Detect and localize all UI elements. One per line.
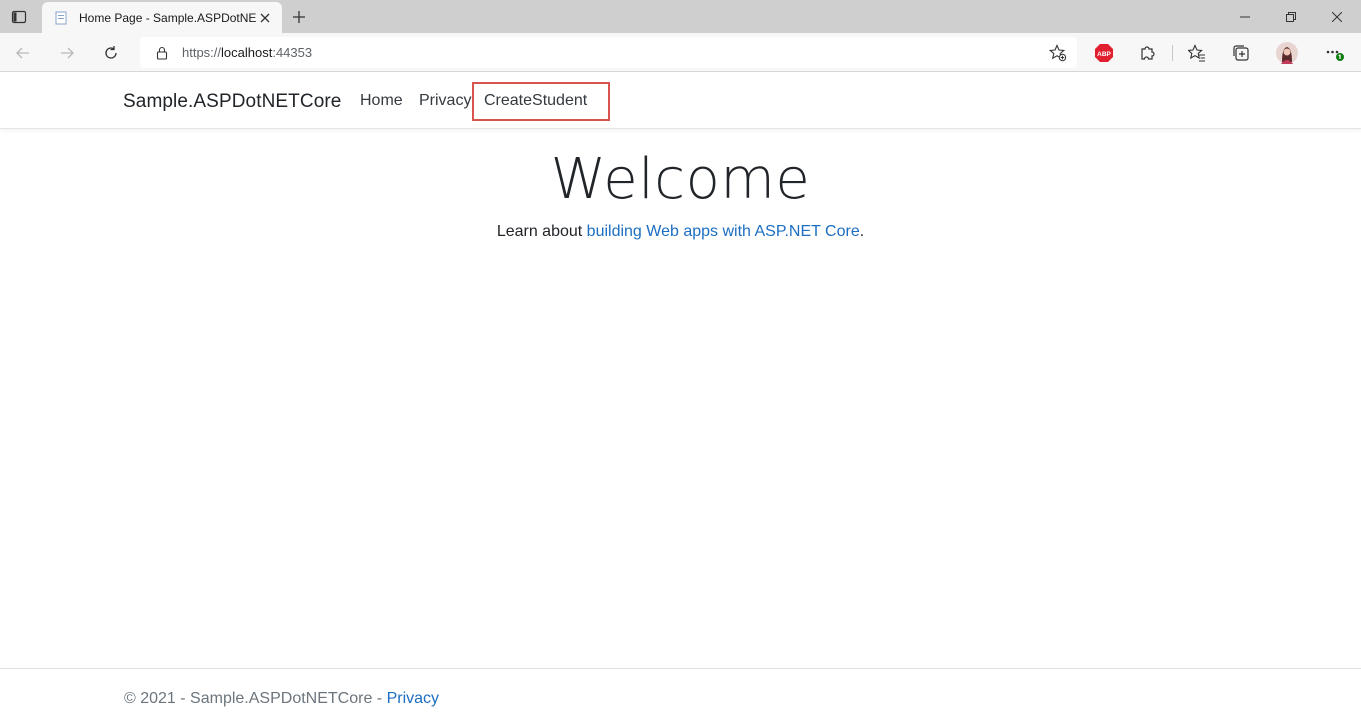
forward-button[interactable] <box>52 38 82 68</box>
avatar <box>1276 42 1298 64</box>
footer-copyright: © 2021 - Sample.ASPDotNETCore - <box>124 690 387 707</box>
nav-home-link[interactable]: Home <box>360 92 403 110</box>
favorites-icon <box>1188 44 1205 62</box>
page-title: Welcome <box>550 147 811 212</box>
footer-privacy-link[interactable]: Privacy <box>387 690 439 707</box>
tab-actions-button[interactable] <box>5 4 33 30</box>
collections-button[interactable] <box>1226 38 1256 68</box>
profile-button[interactable] <box>1272 38 1302 68</box>
collections-icon <box>1233 45 1249 61</box>
learn-about-text: Learn about building Web apps with ASP.N… <box>0 223 1361 241</box>
new-tab-button[interactable] <box>287 5 311 29</box>
refresh-icon <box>105 46 117 59</box>
refresh-button[interactable] <box>96 38 126 68</box>
more-icon <box>1326 50 1344 61</box>
minimize-button[interactable] <box>1222 4 1268 30</box>
restore-icon <box>1286 12 1296 22</box>
url-text: https://localhost:44353 <box>182 45 313 60</box>
tab-title: Home Page - Sample.ASPDotNETCore <box>79 10 256 25</box>
highlight-annotation-box <box>472 82 610 121</box>
tab-actions-icon <box>11 10 27 24</box>
learn-prefix: Learn about <box>496 223 587 240</box>
address-bar[interactable]: https://localhost:44353 <box>140 37 1077 68</box>
arrow-right-icon <box>61 47 74 59</box>
add-favorite-button[interactable] <box>1048 44 1067 62</box>
favorites-button[interactable] <box>1182 38 1212 68</box>
plus-icon <box>293 11 305 23</box>
tab-close-button[interactable] <box>256 9 274 27</box>
lock-icon[interactable] <box>154 45 170 61</box>
star-add-icon <box>1048 44 1067 62</box>
toolbar-divider <box>1172 45 1173 61</box>
back-button[interactable] <box>8 38 38 68</box>
site-footer: © 2021 - Sample.ASPDotNETCore - Privacy <box>124 690 439 708</box>
close-window-icon <box>1332 12 1342 22</box>
page-favicon-icon <box>54 10 70 26</box>
learn-suffix: . <box>859 223 865 240</box>
browser-toolbar: https://localhost:44353 ABP <box>0 33 1361 72</box>
close-window-button[interactable] <box>1314 4 1360 30</box>
arrow-left-icon <box>16 47 29 59</box>
aspnet-docs-link[interactable]: building Web apps with ASP.NET Core <box>587 223 860 240</box>
restore-button[interactable] <box>1268 4 1314 30</box>
adblock-icon: ABP <box>1095 44 1113 62</box>
site-navbar: Sample.ASPDotNETCore Home Privacy Create… <box>0 72 1361 129</box>
close-icon <box>260 13 270 22</box>
nav-privacy-link[interactable]: Privacy <box>419 92 471 110</box>
minimize-icon <box>1240 16 1250 18</box>
site-brand-link[interactable]: Sample.ASPDotNETCore <box>123 91 341 113</box>
browser-tab-active[interactable]: Home Page - Sample.ASPDotNETCore <box>42 2 282 33</box>
puzzle-icon <box>1141 46 1155 60</box>
adblock-label: ABP <box>1097 51 1111 58</box>
adblock-extension-button[interactable]: ABP <box>1089 38 1119 68</box>
extensions-button[interactable] <box>1133 38 1163 68</box>
footer-divider <box>0 668 1361 669</box>
settings-more-button[interactable] <box>1320 38 1350 68</box>
browser-tab-strip: Home Page - Sample.ASPDotNETCore <box>0 0 1361 33</box>
